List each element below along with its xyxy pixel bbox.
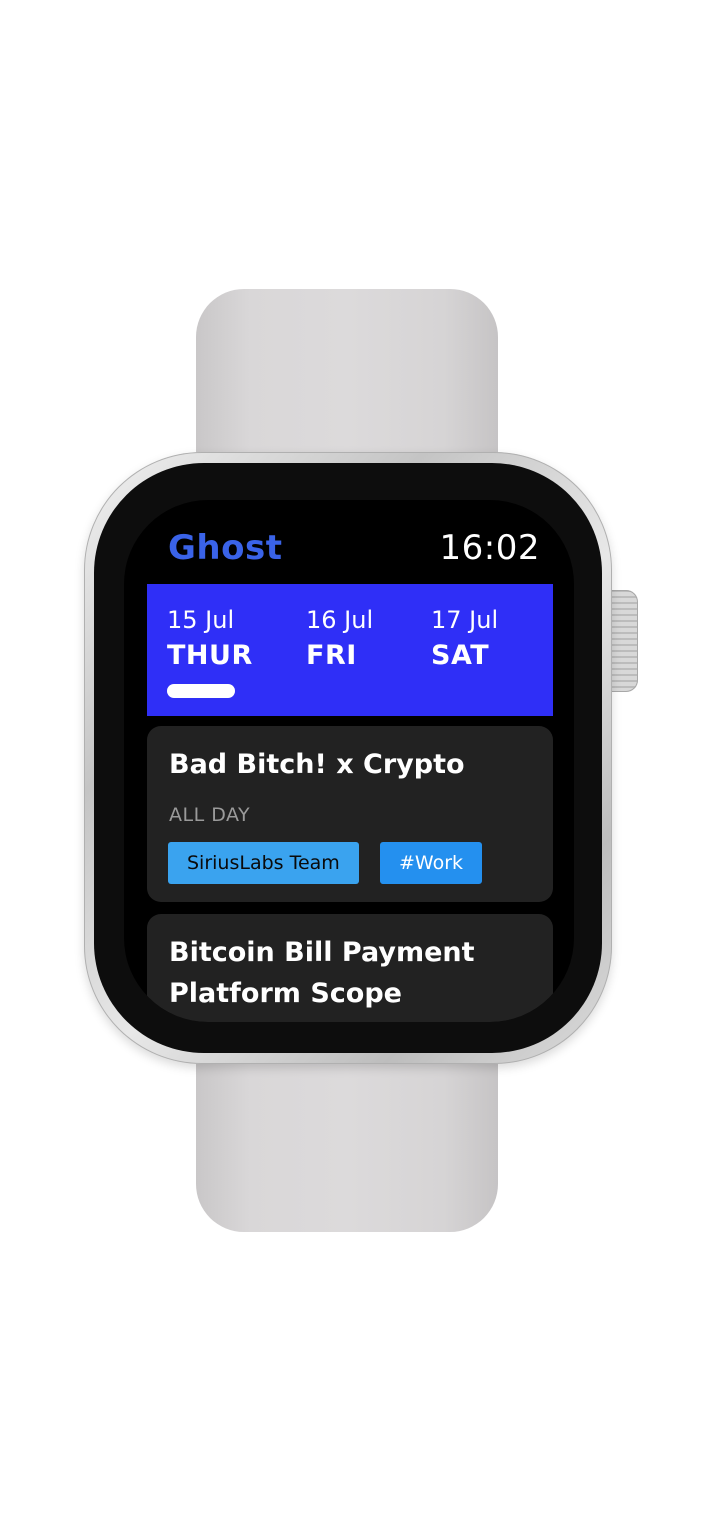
day-tab-2[interactable]: 16 Jul FRI (306, 604, 373, 676)
clock-time: 16:02 (439, 528, 540, 568)
watch-screen: Ghost 16:02 15 Jul THUR 16 Jul FRI 17 Ju… (124, 500, 574, 1022)
day-weekday: SAT (431, 640, 490, 671)
selected-day-indicator (167, 684, 235, 698)
watch-mockup: Ghost 16:02 15 Jul THUR 16 Jul FRI 17 Ju… (0, 0, 701, 1517)
event-card[interactable]: Bitcoin Bill Payment Platform Scope (147, 914, 553, 1022)
event-card[interactable]: Bad Bitch! x Crypto ALL DAY SiriusLabs T… (147, 726, 553, 902)
app-title: Ghost (168, 528, 283, 568)
day-date: 15 Jul (167, 606, 235, 634)
event-time: ALL DAY (169, 804, 251, 826)
event-title: Bitcoin Bill Payment Platform Scope (169, 937, 475, 1009)
day-tab-3[interactable]: 17 Jul SAT (431, 604, 498, 676)
day-weekday: THUR (167, 640, 253, 671)
day-date: 17 Jul (431, 606, 499, 634)
day-tab-1[interactable]: 15 Jul THUR (167, 604, 253, 676)
day-weekday: FRI (306, 640, 357, 671)
date-selector: 15 Jul THUR 16 Jul FRI 17 Jul SAT (147, 584, 553, 716)
tag-team[interactable]: SiriusLabs Team (168, 842, 359, 884)
day-date: 16 Jul (306, 606, 374, 634)
tag-work[interactable]: #Work (380, 842, 483, 884)
event-title: Bad Bitch! x Crypto (169, 749, 465, 780)
